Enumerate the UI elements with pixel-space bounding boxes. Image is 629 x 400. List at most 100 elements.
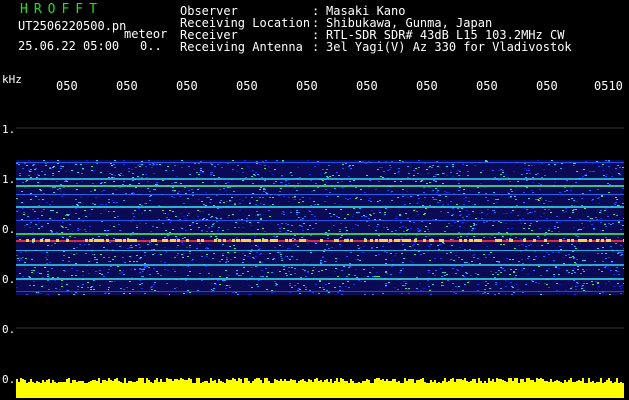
signal-hotspot: [47, 239, 50, 242]
noise-speckle: [261, 270, 263, 271]
noise-speckle: [329, 192, 331, 193]
noise-speckle: [146, 266, 148, 267]
noise-speckle: [43, 209, 45, 210]
noise-speckle: [337, 292, 339, 293]
noise-speckle: [537, 197, 539, 198]
noise-speckle: [82, 221, 84, 222]
noise-speckle: [133, 216, 135, 217]
noise-speckle: [462, 275, 464, 276]
noise-speckle: [357, 225, 359, 226]
noise-speckle: [51, 201, 53, 202]
noise-speckle: [186, 292, 188, 293]
noise-speckle: [60, 166, 62, 167]
noise-speckle: [581, 288, 583, 289]
noise-speckle: [129, 281, 131, 282]
noise-speckle: [273, 183, 275, 184]
noise-speckle: [342, 168, 344, 169]
signal-bar-peak: [610, 381, 612, 383]
noise-speckle: [152, 226, 154, 227]
noise-speckle: [598, 197, 600, 198]
noise-speckle: [234, 227, 236, 228]
noise-speckle: [277, 224, 279, 225]
noise-speckle: [189, 251, 191, 252]
noise-speckle: [123, 160, 125, 161]
noise-speckle: [136, 225, 138, 226]
noise-speckle: [369, 214, 371, 215]
noise-speckle: [397, 197, 399, 198]
noise-speckle: [418, 198, 420, 199]
signal-bar-peak: [424, 382, 426, 383]
noise-speckle: [528, 245, 530, 246]
noise-speckle: [240, 275, 242, 276]
noise-speckle: [334, 188, 336, 189]
noise-speckle: [259, 189, 261, 190]
noise-speckle: [461, 259, 463, 260]
signal-hotspot: [495, 239, 498, 242]
signal-bar-peak: [434, 380, 436, 383]
noise-speckle: [507, 177, 509, 178]
noise-speckle: [498, 261, 500, 262]
noise-speckle: [172, 229, 174, 230]
noise-speckle: [215, 236, 217, 237]
noise-speckle: [334, 271, 336, 272]
noise-speckle: [428, 270, 430, 271]
noise-speckle: [145, 174, 147, 175]
noise-speckle: [544, 209, 546, 210]
noise-speckle: [556, 222, 558, 223]
noise-speckle: [527, 274, 529, 275]
signal-bar-peak: [538, 379, 540, 383]
noise-speckle: [185, 230, 187, 231]
noise-speckle: [237, 165, 239, 166]
noise-speckle: [422, 205, 424, 206]
noise-speckle: [180, 227, 182, 228]
noise-speckle: [350, 252, 352, 253]
noise-speckle: [604, 267, 606, 268]
noise-speckle: [250, 251, 252, 252]
noise-speckle: [576, 286, 578, 287]
noise-speckle: [112, 259, 114, 260]
noise-speckle: [515, 237, 517, 238]
noise-speckle: [82, 275, 84, 276]
noise-speckle: [424, 213, 426, 214]
noise-speckle: [581, 286, 583, 287]
noise-speckle: [138, 208, 140, 209]
noise-speckle: [468, 232, 470, 233]
noise-speckle: [210, 174, 212, 175]
noise-speckle: [398, 171, 400, 172]
signal-bar-peak: [346, 381, 348, 383]
noise-speckle: [584, 260, 586, 261]
noise-speckle: [471, 163, 473, 164]
noise-speckle: [417, 195, 419, 196]
noise-speckle: [179, 235, 181, 236]
noise-speckle: [199, 273, 201, 274]
noise-speckle: [217, 280, 219, 281]
noise-speckle: [176, 255, 178, 256]
noise-speckle: [105, 249, 107, 250]
noise-speckle: [535, 256, 537, 257]
noise-speckle: [481, 212, 483, 213]
noise-speckle: [348, 274, 350, 275]
signal-hotspot: [623, 239, 624, 242]
noise-speckle: [117, 216, 119, 217]
noise-speckle: [154, 282, 156, 283]
noise-speckle: [236, 273, 238, 274]
noise-speckle: [90, 235, 92, 236]
noise-speckle: [282, 160, 284, 161]
noise-speckle: [483, 222, 485, 223]
noise-speckle: [309, 198, 311, 199]
noise-speckle: [82, 271, 84, 272]
noise-speckle: [515, 269, 517, 270]
signal-bar-peak: [252, 381, 254, 383]
noise-speckle: [598, 286, 600, 287]
noise-speckle: [536, 221, 538, 222]
noise-speckle: [175, 216, 177, 217]
noise-speckle: [346, 256, 348, 257]
noise-speckle: [92, 183, 94, 184]
signal-bar-peak: [478, 378, 480, 383]
noise-speckle: [122, 175, 124, 176]
noise-speckle: [572, 251, 574, 252]
signal-hotspot: [214, 239, 217, 242]
noise-speckle: [153, 164, 155, 165]
noise-speckle: [559, 284, 561, 285]
noise-speckle: [56, 232, 58, 233]
